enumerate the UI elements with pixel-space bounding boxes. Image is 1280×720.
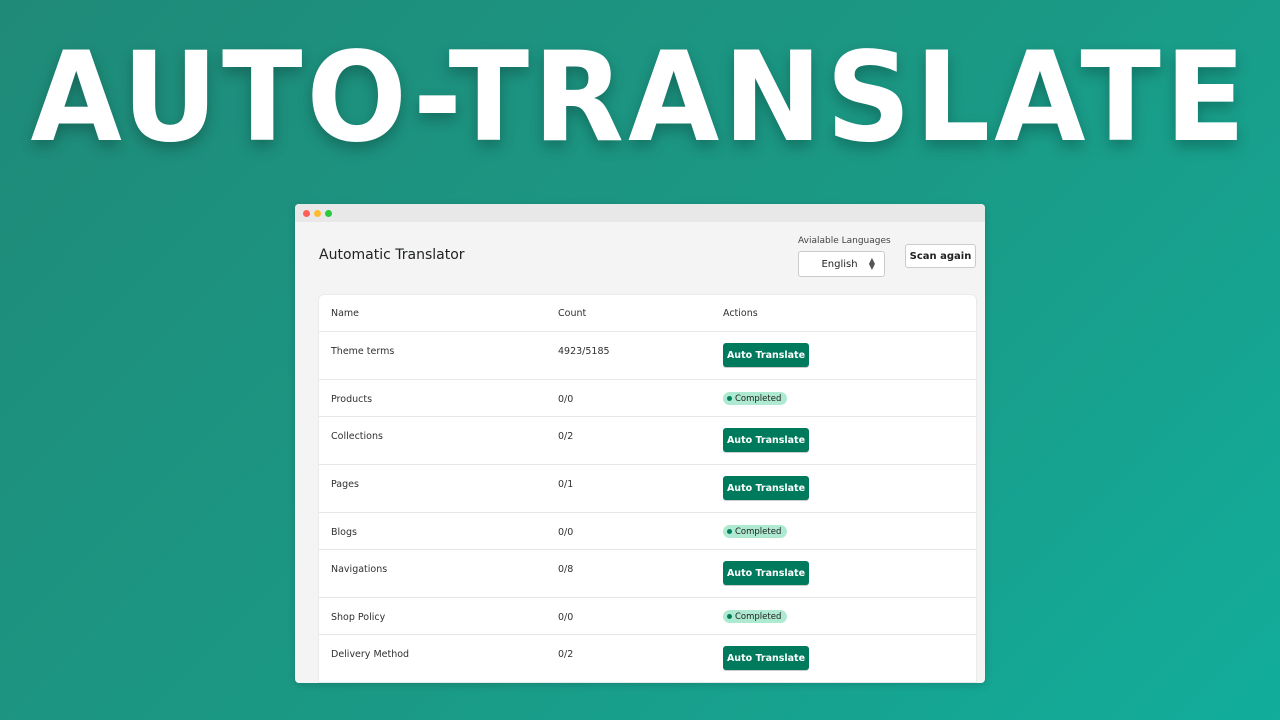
row-name: Collections <box>331 431 383 442</box>
maximize-window-icon[interactable] <box>325 209 332 217</box>
auto-translate-button[interactable]: Auto Translate <box>723 343 809 367</box>
row-name: Navigations <box>331 564 388 575</box>
language-select-value: English <box>821 258 858 270</box>
row-count: 0/2 <box>558 431 574 442</box>
status-dot-icon <box>727 396 732 401</box>
row-actions: Auto Translate <box>723 428 809 452</box>
row-name: Products <box>331 394 373 405</box>
row-name: Blogs <box>331 527 357 538</box>
table-row: Pages 0/1 Auto Translate <box>319 465 976 513</box>
table-row: Collections 0/2 Auto Translate <box>319 417 976 465</box>
completed-badge: Completed <box>723 392 788 405</box>
auto-translate-button[interactable]: Auto Translate <box>723 646 809 670</box>
row-name: Theme terms <box>331 346 395 357</box>
badge-label: Completed <box>735 393 782 404</box>
table-row: Delivery Method 0/2 Auto Translate <box>319 635 976 683</box>
app-window: Automatic Translator Avialable Languages… <box>295 204 985 683</box>
page-title: Automatic Translator <box>319 247 465 263</box>
column-header-count: Count <box>558 308 587 319</box>
row-actions: Auto Translate <box>723 646 809 670</box>
row-count: 4923/5185 <box>558 346 610 357</box>
badge-label: Completed <box>735 611 782 622</box>
table-row: Products 0/0 Completed <box>319 380 976 417</box>
row-actions: Completed <box>723 525 788 538</box>
window-titlebar <box>295 204 985 222</box>
auto-translate-button[interactable]: Auto Translate <box>723 561 809 585</box>
row-actions: Auto Translate <box>723 561 809 585</box>
translation-table: Name Count Actions Theme terms 4923/5185 A… <box>319 295 976 683</box>
headline: Auto-Translate <box>30 24 1250 170</box>
close-window-icon[interactable] <box>303 209 310 217</box>
select-arrows-icon: ▲ ▼ <box>868 256 875 271</box>
column-header-actions: Actions <box>723 308 758 319</box>
table-row: Blogs 0/0 Completed <box>319 513 976 550</box>
row-name: Pages <box>331 479 359 490</box>
table-row: Navigations 0/8 Auto Translate <box>319 550 976 598</box>
table-header: Name Count Actions <box>319 295 976 332</box>
language-label: Avialable Languages <box>798 236 891 246</box>
auto-translate-button[interactable]: Auto Translate <box>723 476 809 500</box>
completed-badge: Completed <box>723 525 788 538</box>
row-count: 0/0 <box>558 394 574 405</box>
scan-again-button[interactable]: Scan again <box>905 244 976 268</box>
row-count: 0/2 <box>558 649 574 660</box>
minimize-window-icon[interactable] <box>314 209 321 217</box>
row-name: Shop Policy <box>331 612 386 623</box>
badge-label: Completed <box>735 526 782 537</box>
row-actions: Auto Translate <box>723 476 809 500</box>
table-row: Theme terms 4923/5185 Auto Translate <box>319 332 976 380</box>
row-actions: Completed <box>723 392 788 405</box>
auto-translate-button[interactable]: Auto Translate <box>723 428 809 452</box>
status-dot-icon <box>727 614 732 619</box>
row-count: 0/0 <box>558 612 574 623</box>
language-select[interactable]: English ▲ ▼ <box>798 251 885 277</box>
row-actions: Auto Translate <box>723 343 809 367</box>
completed-badge: Completed <box>723 610 788 623</box>
column-header-name: Name <box>331 308 360 319</box>
row-count: 0/8 <box>558 564 574 575</box>
row-actions: Completed <box>723 610 788 623</box>
row-count: 0/1 <box>558 479 574 490</box>
row-name: Delivery Method <box>331 649 410 660</box>
status-dot-icon <box>727 529 732 534</box>
table-row: Shop Policy 0/0 Completed <box>319 598 976 635</box>
row-count: 0/0 <box>558 527 574 538</box>
